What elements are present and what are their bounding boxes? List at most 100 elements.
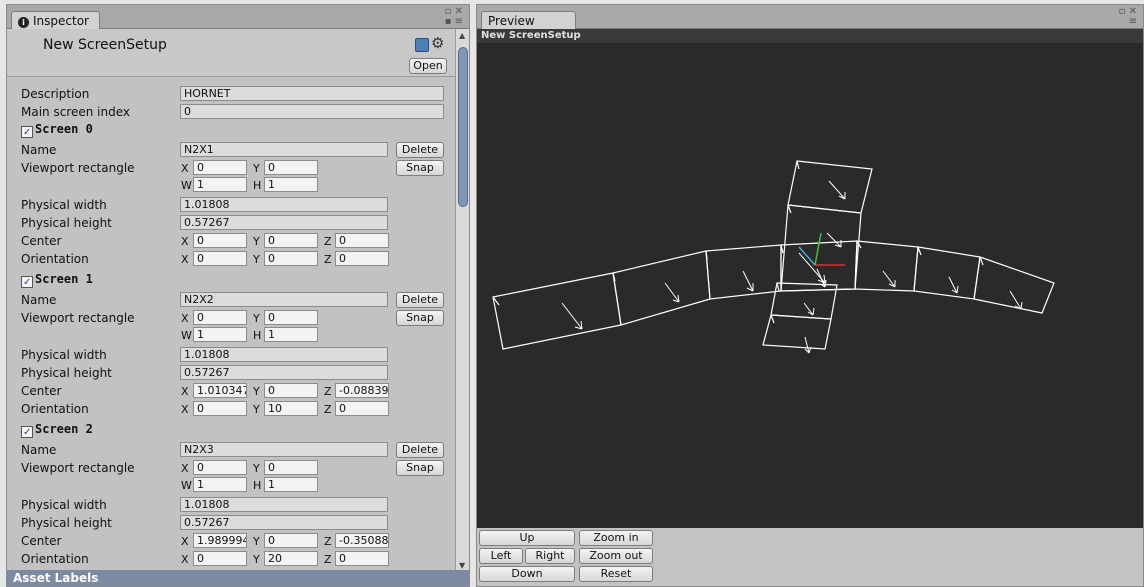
w-axis-label: W (181, 179, 192, 192)
center-z-field[interactable]: -0.08839 (335, 383, 389, 398)
scroll-up-icon[interactable]: ▲ (459, 31, 465, 40)
center-z-field[interactable]: -0.35088 (335, 533, 389, 548)
viewport-row: Viewport rectangle X 0 Y 0 Snap (7, 310, 455, 328)
delete-button[interactable]: Delete (396, 442, 444, 458)
screen-enabled-checkbox[interactable]: ✓ (21, 276, 33, 288)
physical-height-field[interactable]: 0.57267 (180, 515, 388, 530)
viewport-h-field[interactable]: 1 (264, 327, 318, 342)
screen-name-field[interactable]: N2X1 (180, 142, 388, 157)
window-controls[interactable]: ▫ ✕ ▪ ≡ (445, 7, 463, 27)
viewport-x-field[interactable]: 0 (193, 310, 247, 325)
reset-button[interactable]: Reset (579, 566, 653, 582)
w-axis-label: W (181, 479, 192, 492)
z-axis-label: Z (324, 553, 332, 566)
delete-button[interactable]: Delete (396, 292, 444, 308)
screen-enabled-checkbox[interactable]: ✓ (21, 426, 33, 438)
down-button[interactable]: Down (479, 566, 575, 582)
asset-labels-bar[interactable]: Asset Labels (7, 570, 469, 586)
x-axis-label: X (181, 403, 189, 416)
scroll-thumb[interactable] (458, 47, 468, 207)
center-x-field[interactable]: 1.010347 (193, 383, 247, 398)
physical-height-row: Physical height 0.57267 (7, 215, 455, 233)
screen-foldout[interactable]: ✓ Screen 1 (21, 272, 93, 288)
orientation-z-field[interactable]: 0 (335, 251, 389, 266)
physical-height-label: Physical height (21, 216, 112, 230)
viewport-y-field[interactable]: 0 (264, 460, 318, 475)
viewport-size-row: W 1 H 1 (7, 327, 455, 345)
open-button[interactable]: Open (409, 58, 447, 74)
viewport-y-field[interactable]: 0 (264, 310, 318, 325)
preview-window-controls[interactable]: ▫ ✕ ≡ (1119, 7, 1137, 27)
viewport-y-field[interactable]: 0 (264, 160, 318, 175)
screen-name-row: Name N2X1 Delete (7, 142, 455, 160)
physical-width-label: Physical width (21, 198, 107, 212)
inspector-scrollbar[interactable]: ▲ ▼ (455, 29, 469, 572)
orientation-x-field[interactable]: 0 (193, 551, 247, 566)
orientation-z-field[interactable]: 0 (335, 401, 389, 416)
up-button[interactable]: Up (479, 530, 575, 546)
snap-button[interactable]: Snap (396, 160, 444, 176)
scroll-down-icon[interactable]: ▼ (459, 561, 465, 570)
physical-width-field[interactable]: 1.01808 (180, 197, 388, 212)
screen-name-field[interactable]: N2X3 (180, 442, 388, 457)
screen-header-row: ✓ Screen 0 (7, 122, 455, 140)
physical-height-field[interactable]: 0.57267 (180, 365, 388, 380)
delete-button[interactable]: Delete (396, 142, 444, 158)
viewport-x-field[interactable]: 0 (193, 460, 247, 475)
z-axis-label: Z (324, 535, 332, 548)
orientation-x-field[interactable]: 0 (193, 401, 247, 416)
physical-width-row: Physical width 1.01808 (7, 197, 455, 215)
center-x-field[interactable]: 0 (193, 233, 247, 248)
zoom-in-button[interactable]: Zoom in (579, 530, 653, 546)
h-axis-label: H (253, 329, 262, 342)
tab-preview[interactable]: Preview (481, 11, 576, 30)
description-label: Description (21, 87, 90, 101)
help-book-icon[interactable] (415, 38, 429, 52)
x-axis-label: X (181, 553, 189, 566)
viewport-w-field[interactable]: 1 (193, 327, 247, 342)
x-axis-label: X (181, 535, 189, 548)
orientation-y-field[interactable]: 10 (264, 401, 318, 416)
center-x-field[interactable]: 1.989994 (193, 533, 247, 548)
y-axis-label: Y (253, 403, 260, 416)
screen-foldout[interactable]: ✓ Screen 0 (21, 122, 93, 138)
tab-inspector[interactable]: i Inspector (11, 11, 100, 30)
right-button[interactable]: Right (525, 548, 575, 564)
screen-name-row: Name N2X2 Delete (7, 292, 455, 310)
screen-foldout[interactable]: ✓ Screen 2 (21, 422, 93, 438)
center-y-field[interactable]: 0 (264, 233, 318, 248)
physical-height-field[interactable]: 0.57267 (180, 215, 388, 230)
physical-width-field[interactable]: 1.01808 (180, 497, 388, 512)
orientation-z-field[interactable]: 0 (335, 551, 389, 566)
orientation-y-field[interactable]: 0 (264, 251, 318, 266)
snap-button[interactable]: Snap (396, 460, 444, 476)
viewport-h-field[interactable]: 1 (264, 177, 318, 192)
preview-viewport[interactable] (477, 43, 1143, 531)
screen-name-field[interactable]: N2X2 (180, 292, 388, 307)
orientation-x-field[interactable]: 0 (193, 251, 247, 266)
screen-header-label: Screen 0 (35, 122, 93, 136)
snap-button[interactable]: Snap (396, 310, 444, 326)
viewport-x-field[interactable]: 0 (193, 160, 247, 175)
x-axis-label: X (181, 462, 189, 475)
viewport-h-field[interactable]: 1 (264, 477, 318, 492)
info-icon: i (18, 17, 29, 28)
center-z-field[interactable]: 0 (335, 233, 389, 248)
y-axis-label: Y (253, 162, 260, 175)
viewport-w-field[interactable]: 1 (193, 177, 247, 192)
left-button[interactable]: Left (479, 548, 523, 564)
main-index-field[interactable]: 0 (180, 104, 444, 119)
zoom-out-button[interactable]: Zoom out (579, 548, 653, 564)
screen-enabled-checkbox[interactable]: ✓ (21, 126, 33, 138)
gear-icon[interactable]: ⚙ (431, 34, 444, 52)
inspector-panel: i Inspector ▫ ✕ ▪ ≡ New ScreenSetup ⚙ Open… (6, 4, 470, 587)
orientation-y-field[interactable]: 20 (264, 551, 318, 566)
h-axis-label: H (253, 479, 262, 492)
screen-header-label: Screen 2 (35, 422, 93, 436)
viewport-w-field[interactable]: 1 (193, 477, 247, 492)
center-y-field[interactable]: 0 (264, 383, 318, 398)
viewport-label: Viewport rectangle (21, 161, 135, 175)
physical-width-field[interactable]: 1.01808 (180, 347, 388, 362)
center-y-field[interactable]: 0 (264, 533, 318, 548)
description-field[interactable]: HORNET (180, 86, 444, 101)
